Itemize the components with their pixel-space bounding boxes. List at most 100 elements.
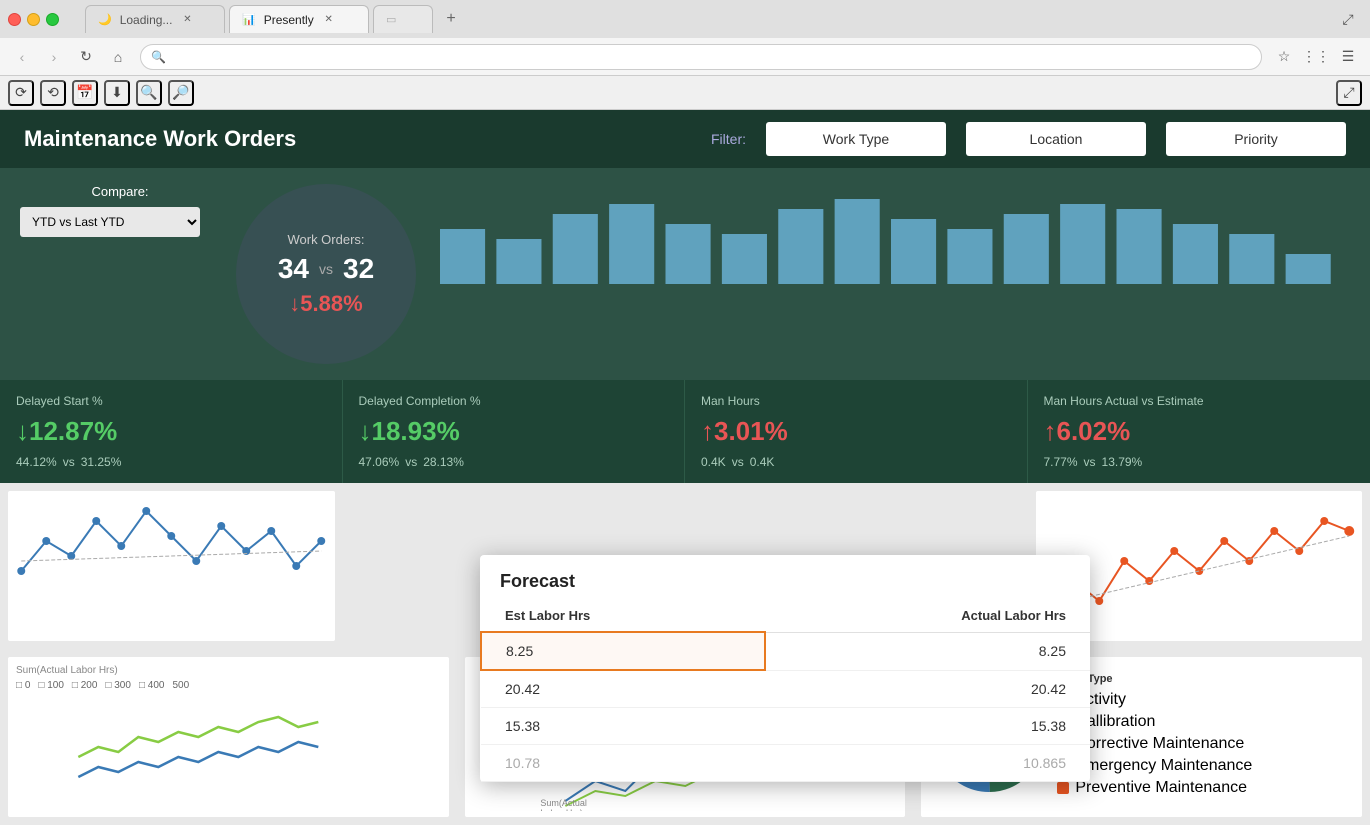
kpi-man-hours-actual-right: 13.79% <box>1102 455 1143 469</box>
forecast-row-2-est: 15.38 <box>481 708 765 745</box>
tab-close-presently[interactable]: ✕ <box>322 13 336 27</box>
app-header: Maintenance Work Orders Filter: Work Typ… <box>0 110 1370 168</box>
tab-empty[interactable]: ▭ <box>373 5 433 33</box>
tab-presently[interactable]: 📊 Presently ✕ <box>229 5 369 33</box>
toolbar-back-icon[interactable]: ⟳ <box>8 80 34 106</box>
filter-label: Filter: <box>711 131 746 147</box>
kpi-delayed-completion-left: 47.06% <box>359 455 400 469</box>
address-bar[interactable]: 🔍 <box>140 44 1262 70</box>
work-orders-vs: vs <box>319 261 333 277</box>
svg-text:Labor Hrs): Labor Hrs) <box>540 808 583 811</box>
new-tab-button[interactable]: + <box>437 5 465 33</box>
toolbar-fullscreen-icon[interactable]: ⤢ <box>1336 80 1362 106</box>
tick-0: □ 0 <box>16 680 30 691</box>
tick-100: □ 100 <box>38 680 64 691</box>
toolbar-zoom-out-icon[interactable]: 🔎 <box>168 80 194 106</box>
work-type-filter-button[interactable]: Work Type <box>766 122 946 156</box>
kpi-card-man-hours-actual: Man Hours Actual vs Estimate ↑6.02% 7.77… <box>1028 380 1370 483</box>
kpi-card-man-hours: Man Hours ↑3.01% 0.4K vs 0.4K <box>685 380 1028 483</box>
kpi-delayed-completion-pct: ↓18.93% <box>359 416 669 447</box>
toolbar-download-icon[interactable]: ⬇ <box>104 80 130 106</box>
kpi-man-hours-actual-pct: ↑6.02% <box>1044 416 1355 447</box>
home-button[interactable]: ⌂ <box>104 43 132 71</box>
bottom-chart-1: Sum(Actual Labor Hrs) □ 0 □ 100 □ 200 □ … <box>8 657 449 817</box>
traffic-lights <box>8 13 59 26</box>
forecast-col-est: Est Labor Hrs <box>481 600 765 632</box>
forecast-table: Est Labor Hrs Actual Labor Hrs 8.25 8.25… <box>480 600 1090 782</box>
work-orders-label: Work Orders: <box>287 232 364 247</box>
kpi-man-hours-vals: 0.4K vs 0.4K <box>701 455 1011 469</box>
loading-favicon: 🌙 <box>98 13 112 26</box>
presently-favicon: 📊 <box>242 13 256 26</box>
forecast-row-0: 8.25 8.25 <box>481 632 1090 670</box>
tick-300: □ 300 <box>105 680 131 691</box>
title-bar: 🌙 Loading... ✕ 📊 Presently ✕ ▭ + ⤢ <box>0 0 1370 38</box>
toolbar-bar: ⟳ ⟲ 📅 ⬇ 🔍 🔎 ⤢ <box>0 76 1370 110</box>
minimize-button[interactable] <box>27 13 40 26</box>
legend-label-preventive: Preventive Maintenance <box>1075 779 1247 797</box>
toolbar-zoom-in-icon[interactable]: 🔍 <box>136 80 162 106</box>
tab-close-loading[interactable]: ✕ <box>180 13 194 27</box>
kpi-delayed-start-pct: ↓12.87% <box>16 416 326 447</box>
compare-label: Compare: <box>20 184 220 199</box>
kpi-delayed-start-left: 44.12% <box>16 455 57 469</box>
kpi-delayed-start-vs: vs <box>63 455 75 469</box>
window-expand-button[interactable]: ⤢ <box>1334 5 1362 33</box>
tab-loading-label: Loading... <box>120 13 173 27</box>
forecast-row-3: 10.78 10.865 <box>481 745 1090 782</box>
bookmark-button[interactable]: ☆ <box>1270 43 1298 71</box>
forecast-row-1-est: 20.42 <box>481 670 765 708</box>
menu-button[interactable]: ☰ <box>1334 43 1362 71</box>
line-chart-1 <box>8 491 335 641</box>
kpi-delayed-completion-vs: vs <box>405 455 417 469</box>
toolbar-calendar-icon[interactable]: 📅 <box>72 80 98 106</box>
bar-chart-area <box>432 184 1350 284</box>
kpi-cards: Delayed Start % ↓12.87% 44.12% vs 31.25%… <box>0 380 1370 483</box>
tick-400: □ 400 <box>139 680 165 691</box>
kpi-man-hours-left: 0.4K <box>701 455 726 469</box>
forecast-modal[interactable]: Forecast Est Labor Hrs Actual Labor Hrs … <box>480 555 1090 782</box>
tab-loading[interactable]: 🌙 Loading... ✕ <box>85 5 225 33</box>
forecast-row-1: 20.42 20.42 <box>481 670 1090 708</box>
browser-chrome: 🌙 Loading... ✕ 📊 Presently ✕ ▭ + ⤢ ‹ › ↻… <box>0 0 1370 110</box>
legend-label-corrective: Corrective Maintenance <box>1075 735 1244 753</box>
kpi-section: Compare: YTD vs Last YTD MTD vs Last MTD… <box>0 168 1370 380</box>
svg-text:Sum(Actual: Sum(Actual <box>540 798 587 808</box>
work-orders-pct: ↓5.88% <box>289 291 362 317</box>
line-chart-1-svg <box>8 491 335 641</box>
toolbar-forward-icon[interactable]: ⟲ <box>40 80 66 106</box>
extensions-button[interactable]: ⋮⋮ <box>1302 43 1330 71</box>
kpi-delayed-completion-vals: 47.06% vs 28.13% <box>359 455 669 469</box>
kpi-delayed-start-title: Delayed Start % <box>16 394 326 408</box>
tab-presently-label: Presently <box>264 13 314 27</box>
work-orders-values: 34 vs 32 <box>278 253 374 285</box>
bottom-scatter-svg <box>16 697 441 797</box>
work-orders-previous: 32 <box>343 253 374 285</box>
kpi-man-hours-actual-vs: vs <box>1084 455 1096 469</box>
kpi-man-hours-actual-left: 7.77% <box>1044 455 1078 469</box>
bar-chart-svg <box>440 184 1342 284</box>
tick-500: 500 <box>172 680 189 691</box>
kpi-delayed-completion-right: 28.13% <box>423 455 464 469</box>
location-filter-button[interactable]: Location <box>966 122 1146 156</box>
bottom-axis-label: Sum(Actual Labor Hrs) <box>16 665 441 676</box>
app-title: Maintenance Work Orders <box>24 126 691 152</box>
maximize-button[interactable] <box>46 13 59 26</box>
forecast-col-actual: Actual Labor Hrs <box>765 600 1090 632</box>
priority-filter-button[interactable]: Priority <box>1166 122 1346 156</box>
back-button[interactable]: ‹ <box>8 43 36 71</box>
kpi-man-hours-title: Man Hours <box>701 394 1011 408</box>
kpi-card-delayed-start: Delayed Start % ↓12.87% 44.12% vs 31.25% <box>0 380 343 483</box>
close-button[interactable] <box>8 13 21 26</box>
compare-area: Compare: YTD vs Last YTD MTD vs Last MTD… <box>20 184 220 237</box>
kpi-man-hours-vs: vs <box>732 455 744 469</box>
forecast-row-3-est: 10.78 <box>481 745 765 782</box>
compare-select[interactable]: YTD vs Last YTD MTD vs Last MTD WTD vs L… <box>20 207 200 237</box>
reload-button[interactable]: ↻ <box>72 43 100 71</box>
forecast-header-row: Est Labor Hrs Actual Labor Hrs <box>481 600 1090 632</box>
work-orders-bubble: Work Orders: 34 vs 32 ↓5.88% <box>236 184 416 364</box>
forecast-row-2: 15.38 15.38 <box>481 708 1090 745</box>
bottom-axis-ticks: □ 0 □ 100 □ 200 □ 300 □ 400 500 <box>16 680 441 691</box>
forward-button[interactable]: › <box>40 43 68 71</box>
forecast-row-1-actual: 20.42 <box>765 670 1090 708</box>
